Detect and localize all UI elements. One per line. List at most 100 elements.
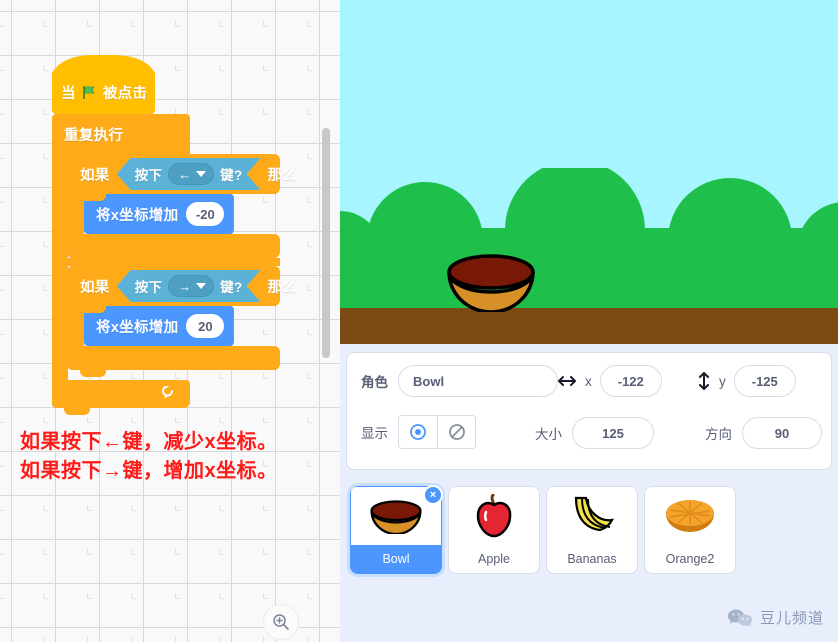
sprite-size-input[interactable]: 125 [572,417,654,449]
horizontal-arrows-icon [558,376,576,386]
sprite-thumbnail [449,487,539,545]
if-body-right: 将x坐标增加 20 [68,306,280,353]
stage-ground [340,308,838,344]
eye-icon [410,424,426,440]
sprite-card-label: Orange2 [665,552,715,566]
key-pressed-boolean-left[interactable]: 按下 ← 键? [117,158,261,190]
sprite-y-input[interactable]: -125 [733,365,796,397]
delete-sprite-button[interactable]: × [423,485,443,505]
sprite-show-label: 显示 [361,426,388,441]
sprite-card-bowl[interactable]: Bowl × [350,485,443,574]
chevron-down-icon [196,283,206,289]
sprite-x-input[interactable]: -122 [599,365,662,397]
green-flag-icon [82,85,97,100]
sprite-x-row: x -122 [557,365,662,397]
sprite-size-label: 大小 [535,427,562,442]
sprite-card-label: Apple [478,552,510,566]
key-pressed-suffix-right: 键? [220,280,243,295]
sprite-direction-row: 方向 90 [705,417,822,449]
hide-sprite-button[interactable] [437,416,475,448]
change-x-label-right: 将x坐标增加 [96,319,179,336]
show-sprite-button[interactable] [399,416,437,448]
change-x-by-block-left[interactable]: 将x坐标增加 -20 [84,194,235,241]
if-footer-left [68,234,280,265]
sprite-card-label: Bowl [382,552,410,566]
forever-header[interactable]: 重复执行 [52,114,190,161]
change-x-value-right[interactable]: 20 [186,314,225,338]
wechat-icon [727,609,752,627]
hat-prefix-label: 当 [61,85,76,102]
if-left-arm-right [68,306,84,346]
if-block-left-arrow[interactable]: 如果 按下 ← 键? 那么 将x坐标增加 -20 [68,154,297,265]
hat-suffix-label: 被点击 [102,85,148,102]
watermark-text: 豆儿频道 [759,610,824,627]
annotation-line-1: 如果按下←键，减少x坐标。 [20,431,278,453]
if-footer-right [68,346,280,377]
apple-icon [476,494,512,538]
watermark: 豆儿频道 [727,607,824,628]
change-x-label-left: 将x坐标增加 [96,207,179,224]
change-x-by-block-right[interactable]: 将x坐标增加 20 [84,306,235,353]
if-header-left[interactable]: 如果 按下 ← 键? 那么 [68,154,297,201]
if-left-arm-left [68,194,84,234]
sprite-y-row: y -125 [697,365,796,397]
forever-left-arm [52,154,68,380]
sprite-name-row: 角色 Bowl [361,365,558,397]
annotation-text: 如果按下←键，减少x坐标。 如果按下→键，增加x坐标。 [20,428,330,486]
hills-backdrop-icon [340,168,838,308]
sprite-x-label: x [585,373,592,389]
bowl-icon [370,500,422,534]
eye-crossed-icon [448,424,465,440]
annotation-line-2: 如果按下→键，增加x坐标。 [20,460,278,482]
vertical-arrows-icon [699,372,709,390]
bananas-icon [574,496,614,532]
key-dropdown-value-left: ← [178,166,192,182]
workspace-grid [0,0,340,642]
sprite-visibility-row: 显示 [361,415,476,449]
sprite-card-orange2[interactable]: Orange2 [644,486,736,574]
sprite-thumbnail [547,487,637,545]
scratch-editor: 当 被点击 重复执行 如果 按下 ← 键? 那么 将x坐标增加 -20 如果 按… [0,0,838,642]
sprite-card-bananas[interactable]: Bananas [546,486,638,574]
if-body-left: 将x坐标增加 -20 [68,194,280,241]
change-x-value-left[interactable]: -20 [186,202,225,226]
sprite-direction-label: 方向 [705,427,732,442]
key-pressed-boolean-right[interactable]: 按下 → 键? [117,270,261,302]
sprite-size-row: 大小 125 [535,417,654,449]
then-label-left: 那么 [267,167,298,184]
sprite-info-panel: 角色 Bowl x -122 y -125 显示 大小 125 方向 90 [346,352,832,470]
forever-body: 如果 按下 ← 键? 那么 将x坐标增加 -20 如果 按下 → 键? 那么 将… [52,154,297,380]
bowl-sprite[interactable] [444,250,538,312]
if-block-right-arrow[interactable]: 如果 按下 → 键? 那么 将x坐标增加 20 [68,266,297,377]
code-workspace[interactable]: 当 被点击 重复执行 如果 按下 ← 键? 那么 将x坐标增加 -20 如果 按… [0,0,340,642]
zoom-in-icon [273,614,289,630]
stage[interactable] [340,0,838,344]
chevron-down-icon [196,171,206,177]
forever-label: 重复执行 [64,127,124,144]
when-flag-clicked-block[interactable]: 当 被点击 [52,55,155,114]
orange-icon [666,500,714,532]
key-dropdown-value-right: → [178,278,192,294]
block-gap-spacer [68,258,280,266]
visibility-toggle-group[interactable] [398,415,476,449]
sprite-card-apple[interactable]: Apple [448,486,540,574]
forever-footer[interactable] [52,380,190,415]
vertical-scrollbar[interactable] [322,128,330,358]
zoom-in-button[interactable] [263,604,299,640]
sprite-name-label: 角色 [361,375,388,390]
forever-block[interactable]: 重复执行 如果 按下 ← 键? 那么 将x坐标增加 -20 如果 按下 → 键?… [52,114,297,415]
sprite-direction-input[interactable]: 90 [742,417,822,449]
key-pressed-suffix-left: 键? [220,168,243,183]
if-header-right[interactable]: 如果 按下 → 键? 那么 [68,266,297,313]
sprite-thumbnail [645,487,735,545]
if-label-left: 如果 [80,167,110,184]
then-label-right: 那么 [267,279,298,296]
sprite-name-input[interactable]: Bowl [398,365,558,397]
if-label-right: 如果 [80,279,110,296]
key-dropdown-right[interactable]: → [168,275,214,297]
sprite-card-label: Bananas [567,552,617,566]
loop-arrow-icon [162,386,173,399]
key-pressed-prefix-right: 按下 [134,280,163,295]
key-dropdown-left[interactable]: ← [168,163,214,185]
block-script[interactable]: 当 被点击 重复执行 如果 按下 ← 键? 那么 将x坐标增加 -20 如果 按… [52,55,297,415]
